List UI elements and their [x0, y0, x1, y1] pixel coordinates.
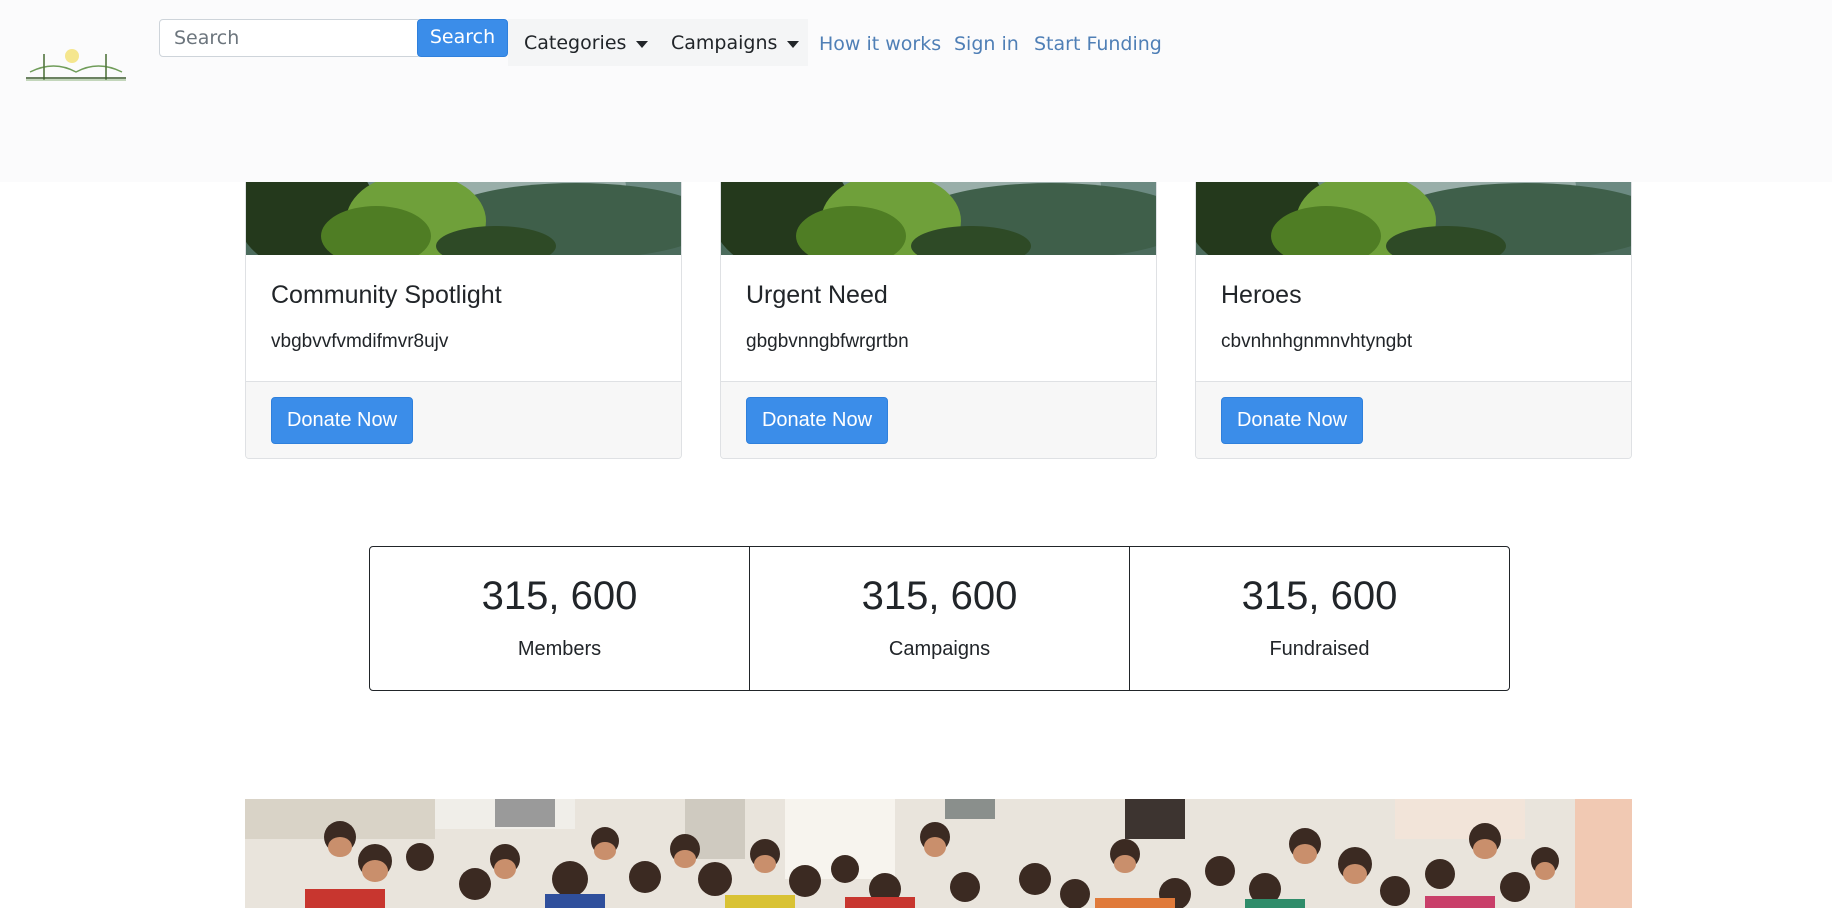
top-navbar: Search Categories Campaigns How it works…: [0, 0, 1832, 182]
categories-label: Categories: [524, 32, 627, 54]
card-title: Heroes: [1221, 281, 1302, 309]
stat-value: 315, 600: [481, 574, 638, 618]
stat-members: 315, 600 Members: [370, 547, 749, 690]
stat-label: Members: [517, 638, 602, 660]
stat-value: 315, 600: [1241, 574, 1398, 618]
categories-dropdown[interactable]: Categories: [508, 19, 655, 66]
stat-value: 315, 600: [861, 574, 1018, 618]
campaigns-label: Campaigns: [671, 32, 778, 54]
campaign-card: Community Spotlight vbgbvvfvmdifmvr8ujv …: [245, 150, 682, 459]
donate-now-button[interactable]: Donate Now: [1221, 397, 1363, 444]
search-input[interactable]: [159, 19, 421, 57]
stats-panel: 315, 600 Members 315, 600 Campaigns 315,…: [369, 546, 1510, 691]
stat-label: Campaigns: [888, 638, 991, 660]
stat-campaigns: 315, 600 Campaigns: [749, 547, 1129, 690]
campaigns-dropdown[interactable]: Campaigns: [655, 19, 808, 66]
caret-down-icon: [787, 41, 800, 48]
sign-in-link[interactable]: Sign in: [954, 33, 1019, 55]
campaign-card: Heroes cbvnhnhgnmnvhtyngbt Donate Now: [1195, 150, 1632, 459]
bridge-logo-icon: [26, 49, 126, 81]
stat-label: Fundraised: [1269, 638, 1370, 660]
start-funding-link[interactable]: Start Funding: [1034, 33, 1162, 55]
card-description: vbgbvvfvmdifmvr8ujv: [271, 331, 449, 352]
hopebridge-logo[interactable]: [26, 48, 126, 86]
campaign-card: Urgent Need gbgbvnngbfwrgrtbn Donate Now: [720, 150, 1157, 459]
children-group-photo: [245, 799, 1632, 908]
card-description: cbvnhnhgnmnvhtyngbt: [1221, 331, 1413, 352]
donate-now-button[interactable]: Donate Now: [746, 397, 888, 444]
stat-fundraised: 315, 600 Fundraised: [1129, 547, 1509, 690]
search-button[interactable]: Search: [417, 19, 508, 57]
how-it-works-link[interactable]: How it works: [819, 33, 941, 55]
card-title: Community Spotlight: [271, 281, 502, 309]
caret-down-icon: [636, 41, 649, 48]
card-description: gbgbvnngbfwrgrtbn: [746, 331, 909, 352]
donate-now-button[interactable]: Donate Now: [271, 397, 413, 444]
card-title: Urgent Need: [746, 281, 888, 309]
